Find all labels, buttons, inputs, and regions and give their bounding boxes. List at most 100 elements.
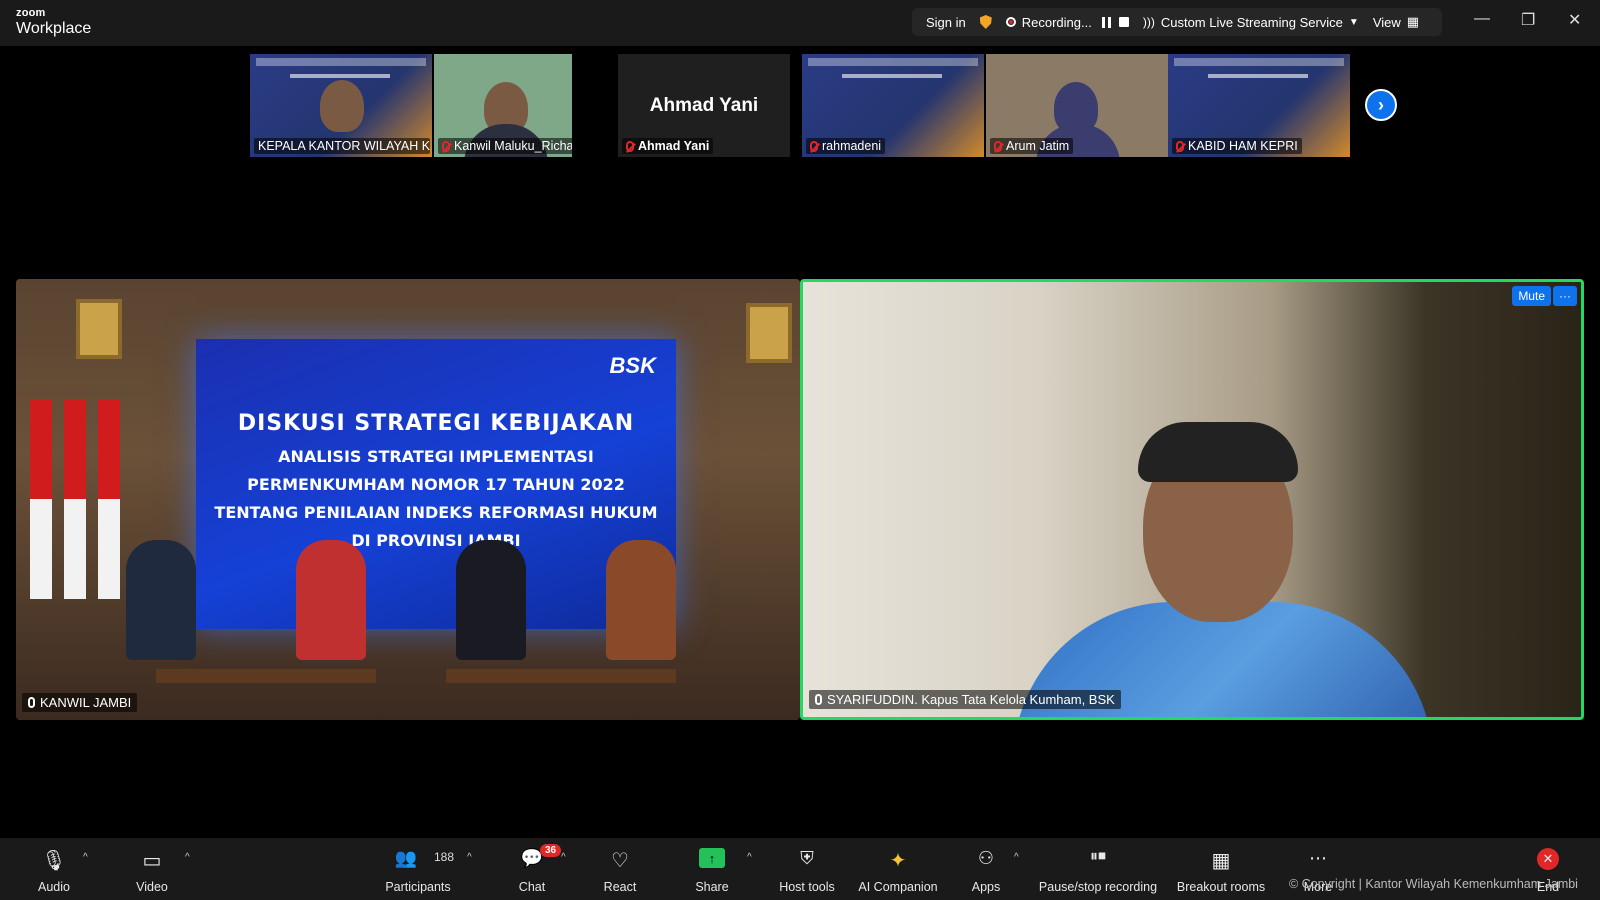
audio-button[interactable]: 🎙 Audio <box>34 838 74 900</box>
pause-stop-label: Pause/stop recording <box>1038 880 1158 894</box>
breakout-rooms-icon: ▦ <box>1211 850 1231 872</box>
speaker-hair <box>1138 422 1298 482</box>
panelist <box>126 540 196 660</box>
panelist <box>296 540 366 660</box>
host-tools-button[interactable]: ⛨ Host tools <box>774 838 840 900</box>
participant-name: Kanwil Maluku_Richard N... <box>438 138 572 154</box>
thumbnail-tile[interactable]: Kanwil Maluku_Richard N... <box>434 54 572 157</box>
ai-companion-label: AI Companion <box>858 880 938 894</box>
mic-muted-icon <box>442 140 450 152</box>
chevron-right-icon: › <box>1378 94 1384 115</box>
logo-product: Workplace <box>16 20 92 37</box>
participants-label: Participants <box>385 880 451 894</box>
thumbnail-tile[interactable]: Ahmad Yani Ahmad Yani <box>618 54 790 157</box>
recording-indicator: Recording... <box>1005 14 1092 30</box>
chat-label: Chat <box>518 880 546 894</box>
share-button[interactable]: ↑ Share <box>692 838 732 900</box>
breakout-rooms-button[interactable]: ▦ Breakout rooms <box>1174 838 1268 900</box>
share-label: Share <box>695 880 729 894</box>
video-tile-kanwil-jambi[interactable]: BSK DISKUSI STRATEGI KEBIJAKAN ANALISIS … <box>16 279 800 720</box>
bsk-logo: BSK <box>609 353 656 378</box>
pause-stop-recording-button[interactable]: ⏸⏹ Pause/stop recording <box>1036 838 1160 900</box>
sparkle-icon: ✦ <box>889 850 907 872</box>
slide-line: TENTANG PENILAIAN INDEKS REFORMASI HUKUM <box>214 503 658 522</box>
audio-options-caret-icon[interactable]: ^ <box>83 852 88 863</box>
flag <box>30 399 52 599</box>
panelist <box>456 540 526 660</box>
microphone-icon <box>28 697 35 708</box>
grid-icon: ▦ <box>1406 14 1420 29</box>
slide-line: PERMENKUMHAM NOMOR 17 TAHUN 2022 <box>247 475 625 494</box>
flag <box>98 399 120 599</box>
participants-button[interactable]: 👥 188 Participants <box>378 838 458 900</box>
top-bar: zoom Workplace Sign in Recording... ))) … <box>0 0 1600 46</box>
close-icon[interactable]: ✕ <box>1568 10 1581 30</box>
mic-muted-icon <box>810 140 818 152</box>
ai-companion-button[interactable]: ✦ AI Companion <box>855 838 941 900</box>
video-camera-icon: ▭ <box>142 850 162 872</box>
chat-options-caret-icon[interactable]: ^ <box>561 852 566 863</box>
end-call-icon: ✕ <box>1537 848 1559 870</box>
sign-in-button[interactable]: Sign in <box>926 15 966 30</box>
thumbnail-tile[interactable]: KEPALA KANTOR WILAYAH K... <box>250 54 432 157</box>
apps-icon: ⚇ <box>977 848 995 868</box>
thumbnail-tile[interactable]: rahmadeni <box>802 54 984 157</box>
chevron-down-icon: ▼ <box>1348 16 1359 28</box>
portrait-frame <box>746 303 792 363</box>
participant-name: rahmadeni <box>806 138 886 154</box>
mic-muted-icon <box>626 140 634 152</box>
video-tile-active-speaker[interactable]: Mute ··· SYARIFUDDIN. Kapus Tata Kelola … <box>800 279 1584 720</box>
participant-name: Ahmad Yani <box>622 138 714 154</box>
apps-options-caret-icon[interactable]: ^ <box>1014 852 1019 863</box>
video-button[interactable]: ▭ Video <box>130 838 174 900</box>
rss-icon: ))) <box>1142 15 1155 29</box>
participant-name: KABID HAM KEPRI <box>1172 138 1302 154</box>
slide-line: DISKUSI STRATEGI KEBIJAKAN <box>237 411 635 436</box>
recording-dot-icon <box>1005 17 1016 27</box>
unread-chat-badge: 36 <box>540 844 562 857</box>
pause-recording-icon[interactable] <box>1101 16 1111 28</box>
slide-line: DI PROVINSI JAMBI <box>351 531 521 550</box>
security-shield-icon[interactable] <box>979 15 992 29</box>
view-label: View <box>1372 14 1401 30</box>
share-options-caret-icon[interactable]: ^ <box>747 852 752 863</box>
copyright-watermark: © Copyright | Kantor Wilayah Kemenkumham… <box>1289 877 1578 891</box>
zoom-logo: zoom Workplace <box>16 8 91 37</box>
recording-label: Recording... <box>1021 14 1092 30</box>
participants-options-caret-icon[interactable]: ^ <box>467 852 472 863</box>
audio-label: Audio <box>38 880 70 894</box>
apps-button[interactable]: ⚇ Apps <box>966 838 1006 900</box>
host-tools-label: Host tools <box>779 880 835 894</box>
presentation-screen: BSK DISKUSI STRATEGI KEBIJAKAN ANALISIS … <box>196 339 676 629</box>
logo-brand: zoom <box>16 7 46 19</box>
chat-button[interactable]: 💬 36 Chat <box>512 838 562 900</box>
microphone-icon <box>815 694 822 705</box>
heart-icon: ♡ <box>611 850 629 872</box>
video-options-caret-icon[interactable]: ^ <box>185 852 190 863</box>
thumbnail-tile[interactable]: Arum Jatim <box>986 54 1168 157</box>
live-streaming-menu[interactable]: ))) Custom Live Streaming Service ▼ <box>1143 15 1359 30</box>
restore-icon[interactable]: ❐ <box>1521 10 1535 30</box>
more-options-button[interactable]: ··· <box>1553 286 1577 306</box>
video-label: Video <box>136 880 168 894</box>
participants-count: 188 <box>434 850 455 864</box>
minimize-icon[interactable]: — <box>1474 10 1490 28</box>
react-button[interactable]: ♡ React <box>600 838 640 900</box>
ellipsis-icon: ⋯ <box>1309 848 1327 868</box>
mic-muted-icon <box>994 140 1002 152</box>
next-page-button[interactable]: › <box>1365 89 1397 121</box>
microphone-icon: 🎙 <box>41 850 67 872</box>
mic-muted-icon <box>1176 140 1184 152</box>
participant-name: KEPALA KANTOR WILAYAH K... <box>254 138 430 154</box>
participant-display-name: Ahmad Yani <box>649 94 759 116</box>
participant-name-label: SYARIFUDDIN. Kapus Tata Kelola Kumham, B… <box>809 690 1121 709</box>
stop-recording-icon[interactable] <box>1118 17 1129 27</box>
flag <box>64 399 86 599</box>
view-menu[interactable]: View ▦ <box>1373 14 1419 30</box>
slide-line: ANALISIS STRATEGI IMPLEMENTASI <box>278 447 594 466</box>
participant-thumbnail-strip: KEPALA KANTOR WILAYAH K... Kanwil Maluku… <box>250 54 1350 157</box>
share-screen-icon: ↑ <box>699 848 725 868</box>
mute-participant-button[interactable]: Mute <box>1512 286 1551 306</box>
thumbnail-tile[interactable]: KABID HAM KEPRI <box>1168 54 1350 157</box>
meeting-status-pill: Sign in Recording... ))) Custom Live Str… <box>912 8 1442 36</box>
